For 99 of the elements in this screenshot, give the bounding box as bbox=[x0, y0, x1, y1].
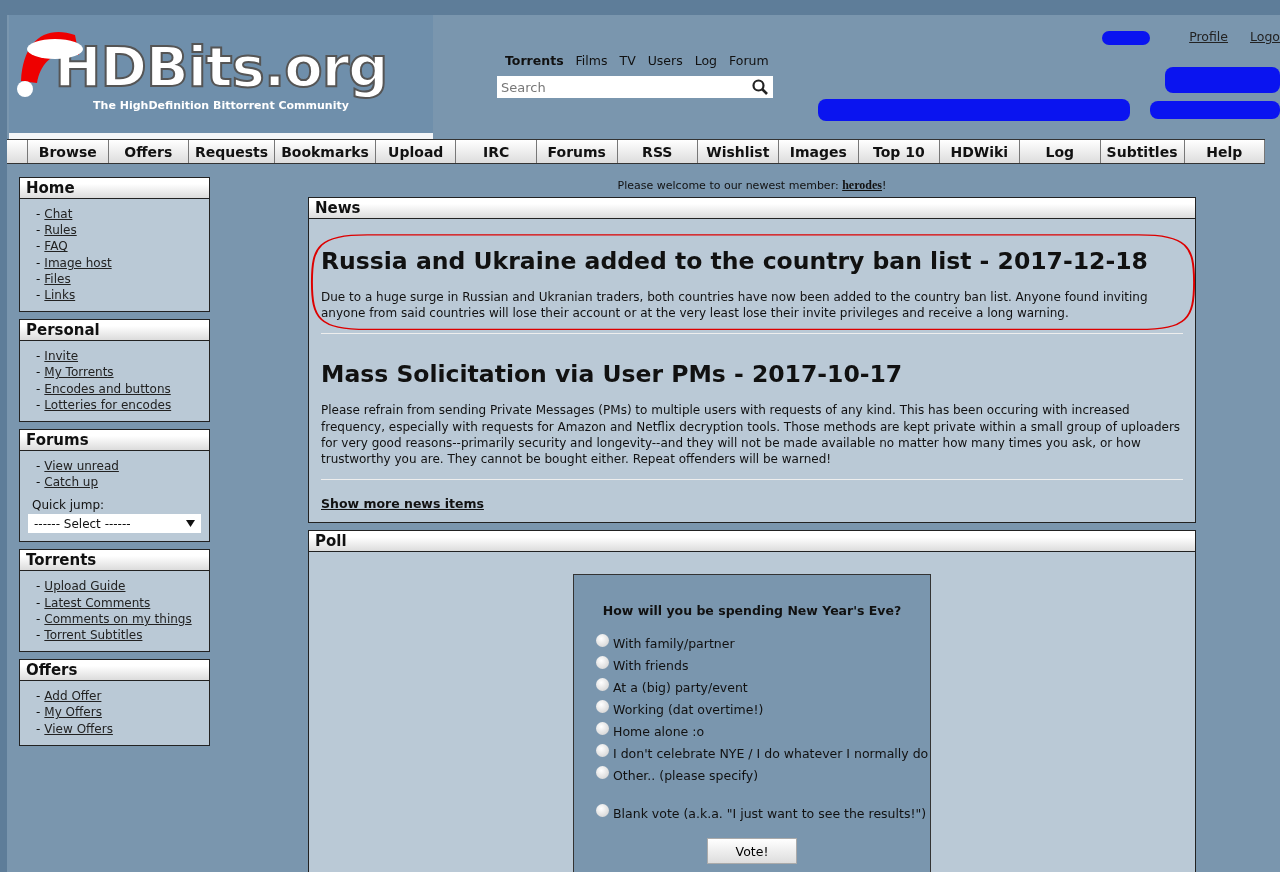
list-dash: - bbox=[36, 396, 41, 414]
menu-tab[interactable]: Offers bbox=[108, 140, 190, 163]
top-nav-link[interactable]: Torrents bbox=[505, 53, 564, 68]
radio-button[interactable] bbox=[596, 655, 609, 669]
sidebar-link[interactable]: Add Offer bbox=[44, 688, 102, 705]
poll-option-label: With family/partner bbox=[613, 635, 735, 651]
sidebar-link[interactable]: Latest Comments bbox=[44, 594, 151, 611]
poll-option-label: Blank vote (a.k.a. "I just want to see the results!") bbox=[613, 805, 927, 821]
radio-button[interactable] bbox=[596, 633, 609, 647]
sidebar-link[interactable]: Torrent Subtitles bbox=[44, 627, 143, 644]
menu-tab[interactable]: RSS bbox=[617, 140, 699, 163]
sidebar-link[interactable]: My Offers bbox=[44, 704, 102, 721]
list-dash: - bbox=[36, 458, 41, 475]
user-link[interactable]: Logo bbox=[1250, 29, 1280, 44]
menu-tab[interactable]: Upload bbox=[375, 140, 457, 163]
poll-option-label: Home alone :o bbox=[613, 723, 705, 739]
sidebar-link[interactable]: FAQ bbox=[44, 238, 68, 255]
panel-title: News bbox=[309, 198, 1195, 219]
panel-title: Poll bbox=[309, 531, 1195, 553]
list-dash: - bbox=[36, 578, 41, 595]
news-body: Due to a huge surge in Russian and Ukranian traders, both countries have now been added to the country ban list. Anyone found inviting anyone from said countries will lose their account or at the very least lose their invite privileges and receive a long warning. bbox=[321, 289, 1149, 322]
sidebar-link[interactable]: Rules bbox=[44, 222, 77, 239]
sidebar-link[interactable]: Upload Guide bbox=[44, 578, 126, 595]
sidebar-link[interactable]: My Torrents bbox=[44, 364, 114, 381]
top-nav-link[interactable]: Films bbox=[575, 53, 608, 68]
sidebar-link[interactable]: View Offers bbox=[44, 720, 113, 737]
menu-tab[interactable]: Help bbox=[1184, 140, 1265, 163]
menu-tab[interactable]: Subtitles bbox=[1100, 140, 1185, 163]
list-dash: - bbox=[36, 254, 41, 271]
radio-button[interactable] bbox=[596, 743, 609, 757]
poll-option-label: Working (dat overtime!) bbox=[613, 701, 764, 717]
radio-button[interactable] bbox=[596, 699, 609, 713]
list-dash: - bbox=[36, 238, 41, 255]
sidebar-link[interactable]: Files bbox=[44, 270, 71, 287]
sidebar-link[interactable]: Catch up bbox=[44, 474, 99, 491]
welcome-text: Please welcome to our newest member: herodes! bbox=[617, 179, 887, 192]
user-link[interactable]: Profile bbox=[1189, 29, 1228, 44]
list-dash: - bbox=[36, 348, 41, 365]
list-dash: - bbox=[36, 720, 41, 737]
menu-tab[interactable]: Browse bbox=[28, 140, 109, 163]
list-dash: - bbox=[36, 206, 41, 223]
vote-button[interactable]: Vote! bbox=[707, 838, 797, 865]
news-headline: Russia and Ukraine added to the country ban list - 2017-12-18 bbox=[321, 247, 1149, 275]
menu-tab[interactable]: Bookmarks bbox=[275, 140, 376, 163]
top-nav-link[interactable]: Log bbox=[694, 53, 718, 68]
list-dash: - bbox=[36, 380, 41, 397]
quick-jump-select[interactable]: ------ Select ------ bbox=[28, 514, 201, 534]
poll-option-label: Other.. (please specify) bbox=[613, 767, 758, 783]
member-link[interactable]: herodes bbox=[842, 178, 882, 192]
poll-option-label: I don't celebrate NYE / I do whatever I normally do bbox=[613, 745, 929, 761]
sidebar-link[interactable]: Image host bbox=[44, 254, 112, 271]
sidebar-link[interactable]: Links bbox=[44, 287, 76, 304]
news-body: Please refrain from sending Private Messages (PMs) to multiple users with requests of any kind. This has been occuring with increased frequency, especially with requests for Amazon and Netflix decryption tools. Those methods are kept private within a small group of uploaders for very good reasons--primarily security and longevity--and they will not be made available no matter how many times you ask, or how trustworthy you are. They cannot be bought either. Repeat offenders will be warned! bbox=[321, 402, 1182, 468]
menu-tab[interactable]: IRC bbox=[456, 140, 537, 163]
menu-tab[interactable]: Images bbox=[778, 140, 860, 163]
quick-jump-label: Quick jump: bbox=[32, 498, 105, 513]
sidebar-link[interactable]: Encodes and buttons bbox=[44, 380, 171, 397]
sidebar-link[interactable]: View unread bbox=[44, 458, 119, 475]
list-dash: - bbox=[36, 364, 41, 381]
list-dash: - bbox=[36, 688, 41, 705]
panel-title: Torrents bbox=[20, 550, 209, 572]
more-news-link[interactable]: Show more news items bbox=[321, 496, 484, 512]
panel-title: Home bbox=[20, 178, 209, 199]
sidebar-link[interactable]: Lotteries for encodes bbox=[44, 396, 172, 414]
panel-title: Forums bbox=[20, 430, 209, 452]
poll-option-label: At a (big) party/event bbox=[613, 679, 748, 695]
radio-button[interactable] bbox=[596, 721, 609, 735]
list-dash: - bbox=[36, 594, 41, 611]
sidebar-link[interactable]: Chat bbox=[44, 206, 73, 223]
news-headline: Mass Solicitation via User PMs - 2017-10-17 bbox=[321, 360, 904, 389]
top-nav-link[interactable]: Users bbox=[647, 53, 683, 68]
sidebar-link[interactable]: Invite bbox=[44, 348, 78, 365]
redaction-scribble bbox=[1102, 31, 1150, 45]
panel-title: Personal bbox=[20, 320, 209, 342]
search-icon[interactable] bbox=[752, 79, 768, 95]
poll-question: How will you be spending New Year's Eve? bbox=[601, 603, 903, 619]
menu-tab[interactable]: Log bbox=[1020, 140, 1101, 163]
poll-option-label: With friends bbox=[613, 657, 689, 673]
menu-tab[interactable]: Wishlist bbox=[698, 140, 779, 163]
list-dash: - bbox=[36, 704, 41, 721]
list-dash: - bbox=[36, 474, 41, 491]
list-dash: - bbox=[36, 222, 41, 239]
menu-tab[interactable]: Forums bbox=[537, 140, 618, 163]
radio-button[interactable] bbox=[596, 677, 609, 691]
radio-button[interactable] bbox=[596, 765, 609, 779]
list-dash: - bbox=[36, 610, 41, 628]
top-nav-link[interactable]: TV bbox=[619, 53, 636, 68]
menu-tab[interactable]: Top 10 bbox=[859, 140, 940, 163]
top-nav-link[interactable]: Forum bbox=[729, 53, 769, 68]
dropdown-caret-icon[interactable] bbox=[186, 520, 195, 528]
list-dash: - bbox=[36, 270, 41, 287]
panel-title: Offers bbox=[20, 660, 209, 682]
menu-tab[interactable]: HDWiki bbox=[939, 140, 1021, 163]
list-dash: - bbox=[36, 627, 41, 644]
sidebar-link[interactable]: Comments on my things bbox=[44, 610, 192, 628]
menu-tab[interactable]: Requests bbox=[189, 140, 276, 163]
list-dash: - bbox=[36, 287, 41, 304]
radio-button[interactable] bbox=[596, 803, 609, 817]
search-field[interactable]: Search bbox=[497, 76, 773, 98]
